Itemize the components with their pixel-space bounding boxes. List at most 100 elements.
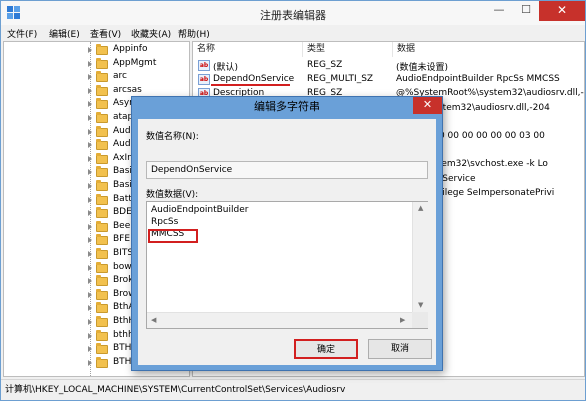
folder-icon [96, 71, 108, 83]
folder-icon [96, 343, 108, 355]
dialog-title: 编辑多字符串 [254, 100, 320, 113]
scroll-down-arrow-icon[interactable]: ▼ [418, 301, 423, 309]
column-data[interactable]: 数据 [393, 42, 584, 57]
tree-item-label: AppMgmt [113, 57, 157, 68]
value-name: DependOnService [213, 74, 295, 85]
expand-arrow-icon[interactable] [88, 60, 92, 67]
data-line: AudioEndpointBuilder [151, 205, 249, 215]
menu-bar: 文件(F) 编辑(E) 查看(V) 收藏夹(A) 帮助(H) [1, 25, 585, 41]
scroll-right-arrow-icon[interactable]: ▶ [400, 316, 405, 324]
expand-arrow-icon[interactable] [88, 319, 92, 325]
folder-icon [96, 57, 108, 69]
close-button[interactable]: ✕ [539, 1, 585, 21]
folder-icon [96, 125, 108, 137]
tree-item-label: BFE [113, 234, 131, 245]
folder-icon [96, 302, 108, 314]
folder-icon [96, 98, 108, 110]
status-bar-path: 计算机\HKEY_LOCAL_MACHINE\SYSTEM\CurrentCon… [1, 379, 585, 400]
folder-icon [96, 166, 108, 178]
value-data-textarea[interactable]: AudioEndpointBuilder RpcSs MMCSS ▲ ▼ ◀ ▶ [146, 201, 428, 329]
red-underline-annotation [211, 84, 290, 86]
expand-arrow-icon[interactable] [88, 115, 92, 121]
vertical-scrollbar[interactable]: ▲ ▼ [412, 202, 428, 328]
menu-edit[interactable]: 编辑(E) [49, 27, 80, 40]
folder-icon [96, 261, 108, 273]
tree-item[interactable]: AppMgmt [88, 57, 189, 71]
expand-arrow-icon[interactable] [88, 142, 92, 149]
expand-arrow-icon[interactable] [88, 87, 92, 94]
string-value-icon: ab [198, 74, 210, 86]
value-name: (默认) [213, 63, 239, 73]
data-line: RpcSs [151, 217, 179, 227]
title-bar: 注册表编辑器 — ☐ ✕ [1, 1, 585, 25]
column-type[interactable]: 类型 [303, 42, 393, 57]
expand-arrow-icon[interactable] [88, 101, 92, 108]
expand-arrow-icon[interactable] [88, 346, 92, 353]
menu-view[interactable]: 查看(V) [90, 27, 121, 40]
scroll-up-arrow-icon[interactable]: ▲ [418, 204, 423, 212]
dialog-close-button[interactable]: ✕ [413, 97, 442, 114]
value-data: (数值未设置) [396, 63, 449, 73]
edit-multi-string-dialog: 编辑多字符串 ✕ 数值名称(N): DependOnService 数值数据(V… [131, 96, 443, 371]
minimize-button[interactable]: — [485, 1, 513, 21]
menu-favorites[interactable]: 收藏夹(A) [131, 27, 171, 40]
menu-file[interactable]: 文件(F) [7, 27, 37, 40]
folder-icon [96, 248, 108, 259]
menu-help[interactable]: 帮助(H) [178, 27, 210, 40]
value-data: AudioEndpointBuilder RpcSs MMCSS [396, 74, 560, 85]
expand-arrow-icon[interactable] [88, 47, 92, 53]
tree-item-label: arcsas [113, 84, 142, 95]
folder-icon [96, 44, 108, 55]
folder-icon [96, 180, 108, 191]
folder-icon [96, 152, 108, 164]
folder-icon [96, 193, 108, 205]
folder-icon [96, 207, 108, 219]
folder-icon [96, 329, 108, 341]
maximize-button[interactable]: ☐ [513, 1, 539, 21]
value-type: REG_MULTI_SZ [307, 74, 374, 85]
scroll-left-arrow-icon[interactable]: ◀ [151, 316, 156, 324]
tree-item-label: Appinfo [113, 44, 148, 54]
folder-icon [96, 288, 108, 300]
expand-arrow-icon[interactable] [88, 128, 92, 135]
folder-icon [96, 84, 108, 96]
expand-arrow-icon[interactable] [88, 305, 92, 312]
tree-item-label: arc [113, 71, 127, 82]
expand-arrow-icon[interactable] [88, 291, 92, 298]
value-row[interactable]: ab (默认) REG_SZ (数值未设置) [193, 59, 584, 73]
folder-icon [96, 356, 108, 368]
value-data-label: 数值数据(V): [146, 190, 199, 200]
folder-icon [96, 234, 108, 246]
expand-arrow-icon[interactable] [88, 332, 92, 339]
column-name[interactable]: 名称 [193, 42, 303, 57]
tree-item[interactable]: Appinfo [88, 44, 189, 57]
expand-arrow-icon[interactable] [88, 264, 92, 271]
folder-icon [96, 112, 108, 123]
expand-arrow-icon[interactable] [88, 251, 92, 257]
folder-icon [96, 316, 108, 327]
ok-button[interactable]: 确定 [294, 339, 358, 359]
expand-arrow-icon[interactable] [88, 210, 92, 217]
expand-arrow-icon[interactable] [88, 359, 92, 366]
folder-icon [96, 275, 108, 287]
expand-arrow-icon[interactable] [88, 169, 92, 176]
value-type: REG_SZ [307, 60, 343, 70]
expand-arrow-icon[interactable] [88, 155, 92, 162]
expand-arrow-icon[interactable] [88, 278, 92, 285]
expand-arrow-icon[interactable] [88, 183, 92, 189]
horizontal-scrollbar[interactable]: ◀ ▶ [147, 312, 412, 328]
expand-arrow-icon[interactable] [88, 196, 92, 203]
expand-arrow-icon[interactable] [88, 223, 92, 230]
expand-arrow-icon[interactable] [88, 237, 92, 244]
value-name-field[interactable]: DependOnService [146, 161, 428, 179]
folder-icon [96, 139, 108, 151]
value-name-label: 数值名称(N): [146, 132, 199, 142]
tree-item[interactable]: arc [88, 71, 189, 84]
cancel-button[interactable]: 取消 [368, 339, 432, 359]
scrollbar-corner [412, 312, 428, 328]
red-highlight-annotation [148, 229, 198, 243]
string-value-icon: ab [198, 60, 210, 71]
expand-arrow-icon[interactable] [88, 74, 92, 81]
folder-icon [96, 220, 108, 232]
dialog-body: 数值名称(N): DependOnService 数值数据(V): AudioE… [138, 119, 436, 365]
